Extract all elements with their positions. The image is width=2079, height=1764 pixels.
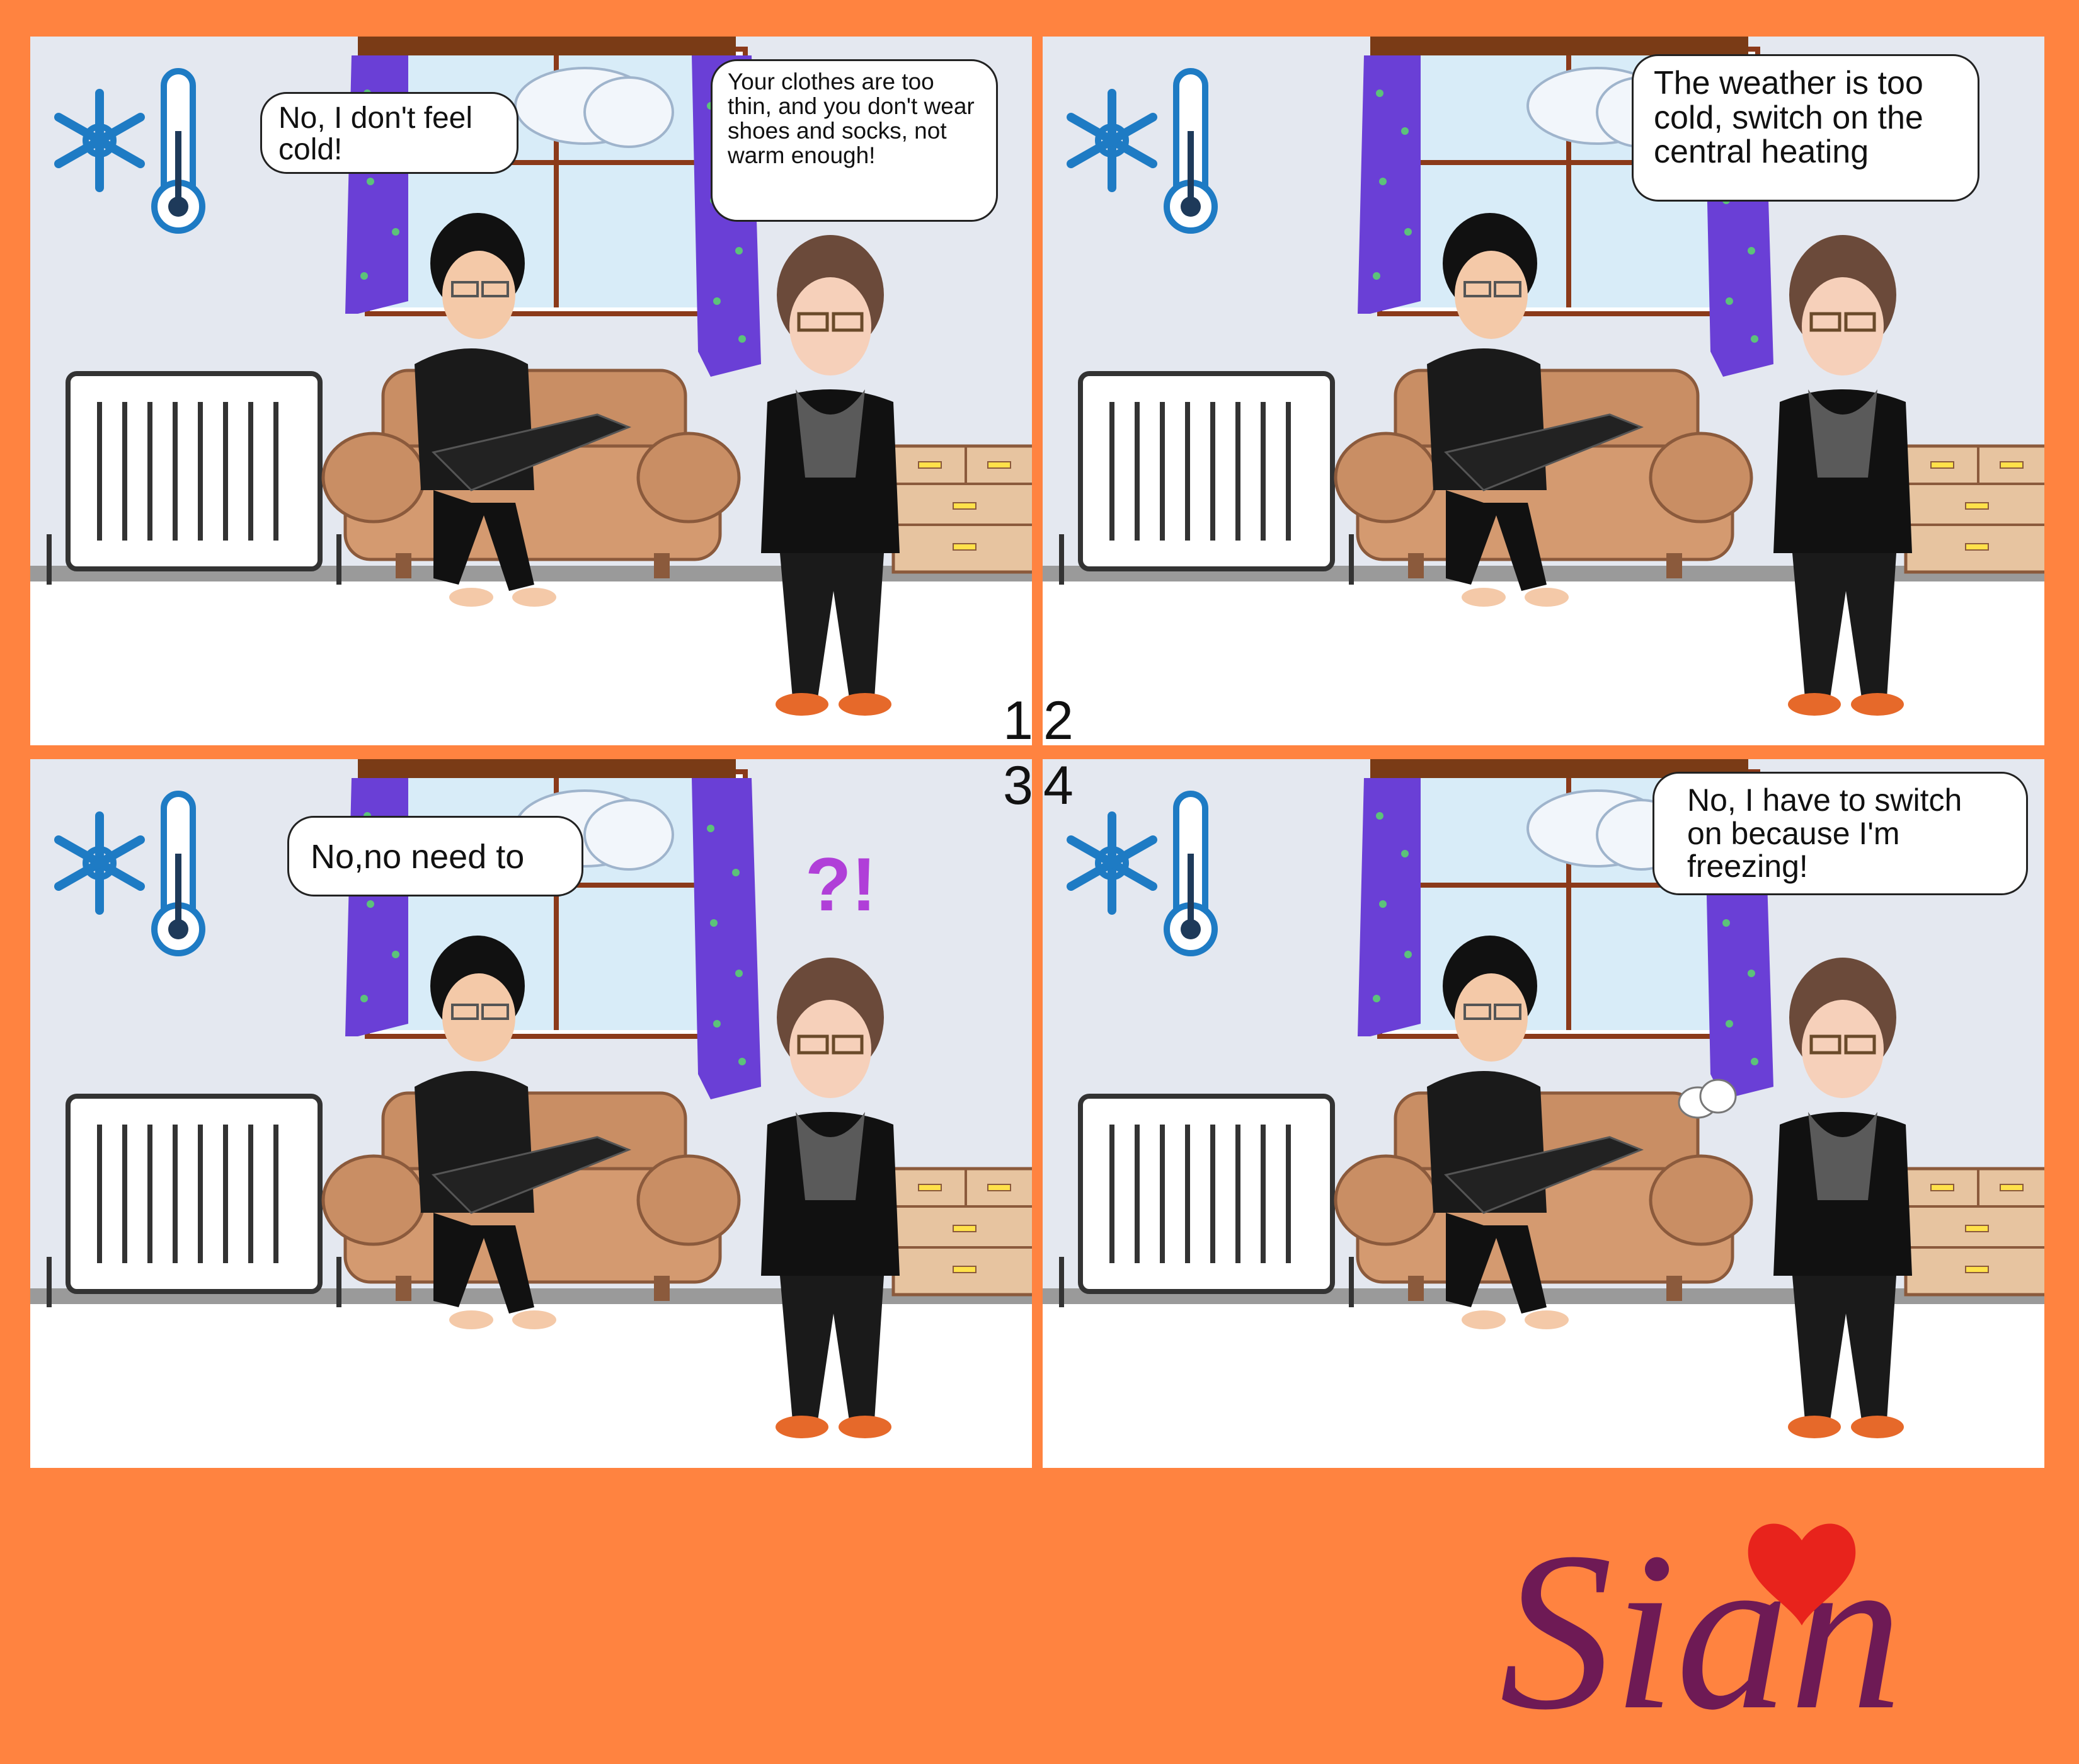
panel-number-1: 1 xyxy=(1003,690,1033,751)
question-exclamation-icon: ?! xyxy=(805,842,876,927)
panel-number-2: 2 xyxy=(1043,690,1074,751)
panel-number-4: 4 xyxy=(1043,755,1074,816)
speech-text: No,no need to xyxy=(311,838,525,876)
speech-bubble-woman: Your clothes are too thin, and you don't… xyxy=(711,59,998,222)
speech-text: The weather is too cold, switch on the c… xyxy=(1654,65,1923,171)
speech-text: Your clothes are too thin, and you don't… xyxy=(728,69,975,168)
speech-text: No, I don't feel cold! xyxy=(278,101,473,167)
svg-text:?!: ?! xyxy=(805,842,876,927)
speech-bubble-man: No,no need to xyxy=(287,816,583,896)
comic-panel-2: The weather is too cold, switch on the c… xyxy=(1043,37,2044,745)
speech-text: No, I have to switch on because I'm free… xyxy=(1687,782,1962,884)
comic-panel-4: No, I have to switch on because I'm free… xyxy=(1043,759,2044,1468)
comic-panel-3: No,no need to ?! xyxy=(30,759,1032,1468)
speech-bubble-man: No, I don't feel cold! xyxy=(260,92,518,174)
breath-puff-icon xyxy=(1678,1079,1737,1119)
sian-logo: Sian xyxy=(1499,1505,1903,1756)
speech-bubble-woman: No, I have to switch on because I'm free… xyxy=(1652,772,2028,895)
speech-bubble-woman: The weather is too cold, switch on the c… xyxy=(1632,54,1979,202)
panel-number-3: 3 xyxy=(1003,755,1033,816)
comic-panel-1: No, I don't feel cold! Your clothes are … xyxy=(30,37,1032,745)
